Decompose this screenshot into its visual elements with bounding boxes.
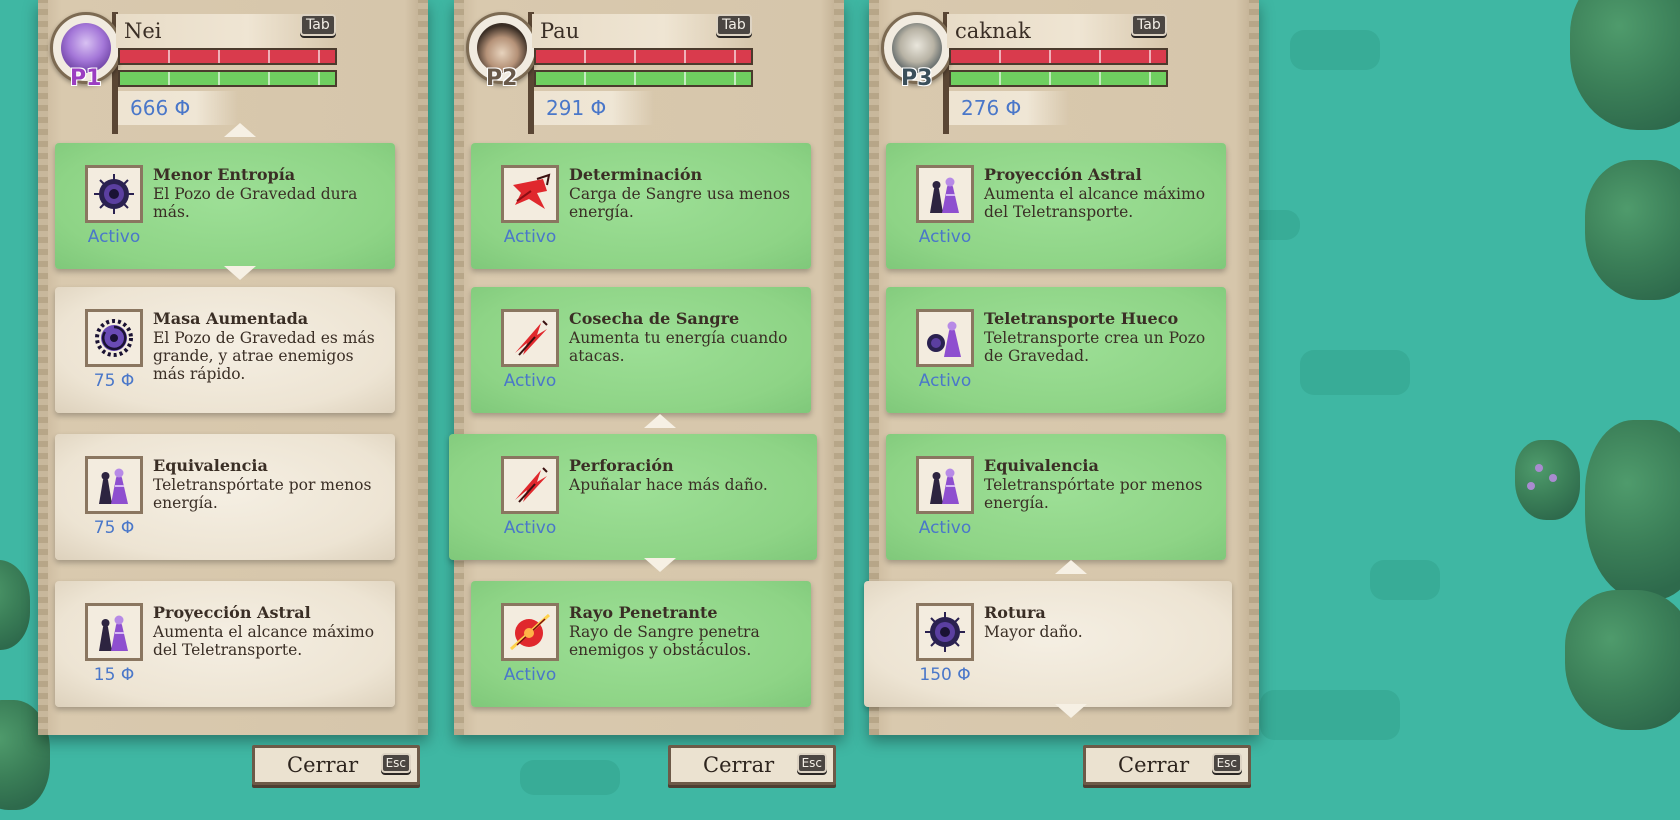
bush-decoration [1585,420,1680,600]
tab-key-hint[interactable]: Tab [1131,14,1167,36]
selection-arrow-up-icon [1055,560,1087,574]
esc-key-hint: Esc [796,753,827,773]
energy-bar [118,70,337,87]
blood-slash-icon [501,456,559,514]
upgrade-card[interactable]: Menor Entropía El Pozo de Gravedad dura m… [55,143,395,269]
health-bar [118,48,337,65]
upgrade-cost: 15 Φ [93,665,135,685]
currency-display: 276 Φ [949,91,1069,125]
upgrade-description: Aumenta el alcance máximo del Teletransp… [984,185,1206,221]
gravity-well-spiked-icon [85,309,143,367]
upgrade-cost: 150 Φ [919,665,971,685]
esc-key-hint: Esc [380,753,411,773]
close-button[interactable]: Cerrar Esc [668,745,836,785]
upgrade-description: Mayor daño. [984,623,1083,641]
selection-arrow-up-icon [224,123,256,137]
teleport-figures-icon [85,456,143,514]
upgrade-description: El Pozo de Gravedad es más grande, y atr… [153,329,375,383]
bush-decoration [1570,0,1680,130]
health-bar [534,48,753,65]
upgrade-title: Rotura [984,603,1046,622]
upgrade-card[interactable]: Determinación Carga de Sangre usa menos e… [471,143,811,269]
selection-arrow-down-icon [224,266,256,280]
close-button-label: Cerrar [1118,753,1190,777]
currency-display: 291 Φ [534,91,654,125]
selection-arrow-down-icon [1055,704,1087,718]
energy-bar [949,70,1168,87]
upgrade-title: Proyección Astral [984,165,1142,184]
bush-decoration [0,560,30,650]
health-bar [949,48,1168,65]
upgrade-card[interactable]: Proyección Astral Aumenta el alcance máxi… [886,143,1226,269]
upgrade-description: Aumenta tu energía cuando atacas. [569,329,788,365]
player-panel: P3 caknak Tab 276 Φ Proyección Astral Aum… [864,0,1259,735]
upgrade-title: Equivalencia [153,456,268,475]
player-panel: P2 Pau Tab 291 Φ Determinación Carga de S… [449,0,844,735]
upgrade-description: Teletransporte crea un Pozo de Gravedad. [984,329,1206,365]
upgrade-card[interactable]: Proyección Astral Aumenta el alcance máxi… [55,581,395,707]
upgrade-title: Masa Aumentada [153,309,309,328]
blood-ray-icon [501,603,559,661]
upgrade-status-active: Activo [503,371,557,391]
close-button[interactable]: Cerrar Esc [1083,745,1251,785]
upgrade-title: Perforación [569,456,674,475]
upgrade-cost: 75 Φ [93,518,135,538]
upgrade-card[interactable]: Rotura Mayor daño. 150 Φ [864,581,1232,707]
upgrade-card[interactable]: Equivalencia Teletranspórtate por menos e… [55,434,395,560]
upgrade-cost: 75 Φ [93,371,135,391]
upgrade-description: Rayo de Sangre penetra enemigos y obstác… [569,623,760,659]
teleport-figures-icon [916,165,974,223]
teleport-figures-icon [916,456,974,514]
esc-key-hint: Esc [1211,753,1242,773]
upgrade-card[interactable]: Perforación Apuñalar hace más daño. Activo [449,434,817,560]
player-slot-label: P1 [70,66,102,91]
gravity-well-icon [916,603,974,661]
upgrade-status-active: Activo [918,227,972,247]
flower-bush-decoration [1515,440,1580,520]
teleport-figures-icon [85,603,143,661]
upgrade-description: El Pozo de Gravedad dura más. [153,185,358,221]
upgrade-status-active: Activo [918,371,972,391]
upgrade-title: Teletransporte Hueco [984,309,1179,328]
upgrade-status-active: Activo [503,227,557,247]
player-slot-label: P3 [901,66,933,91]
close-button[interactable]: Cerrar Esc [252,745,420,785]
bush-decoration [1585,160,1680,300]
tab-key-hint[interactable]: Tab [300,14,336,36]
close-button-label: Cerrar [287,753,359,777]
upgrade-title: Cosecha de Sangre [569,309,740,328]
blood-charge-icon [501,165,559,223]
bush-decoration [1565,590,1680,730]
upgrade-title: Equivalencia [984,456,1099,475]
upgrade-card[interactable]: Cosecha de Sangre Aumenta tu energía cuan… [471,287,811,413]
teleport-well-icon [916,309,974,367]
upgrade-description: Teletranspórtate por menos energía. [984,476,1203,512]
upgrade-card[interactable]: Equivalencia Teletranspórtate por menos e… [886,434,1226,560]
upgrade-status-active: Activo [503,518,557,538]
upgrade-description: Aumenta el alcance máximo del Teletransp… [153,623,375,659]
close-button-label: Cerrar [703,753,775,777]
upgrade-title: Rayo Penetrante [569,603,718,622]
selection-arrow-down-icon [644,558,676,572]
upgrade-status-active: Activo [918,518,972,538]
player-panel: P1 Nei Tab 666 Φ Menor Entropía El Pozo d… [38,0,428,735]
upgrade-title: Proyección Astral [153,603,311,622]
upgrade-title: Menor Entropía [153,165,296,184]
currency-display: 666 Φ [118,91,238,125]
blood-slash-icon [501,309,559,367]
upgrade-card[interactable]: Masa Aumentada El Pozo de Gravedad es más… [55,287,395,413]
upgrade-card[interactable]: Teletransporte Hueco Teletransporte crea … [886,287,1226,413]
upgrade-status-active: Activo [87,227,141,247]
energy-bar [534,70,753,87]
upgrade-status-active: Activo [503,665,557,685]
upgrade-card[interactable]: Rayo Penetrante Rayo de Sangre penetra en… [471,581,811,707]
gravity-well-icon [85,165,143,223]
upgrade-description: Apuñalar hace más daño. [569,476,768,494]
player-slot-label: P2 [486,66,518,91]
tab-key-hint[interactable]: Tab [716,14,752,36]
upgrade-description: Teletranspórtate por menos energía. [153,476,372,512]
selection-arrow-up-icon [644,414,676,428]
upgrade-description: Carga de Sangre usa menos energía. [569,185,791,221]
upgrade-title: Determinación [569,165,703,184]
